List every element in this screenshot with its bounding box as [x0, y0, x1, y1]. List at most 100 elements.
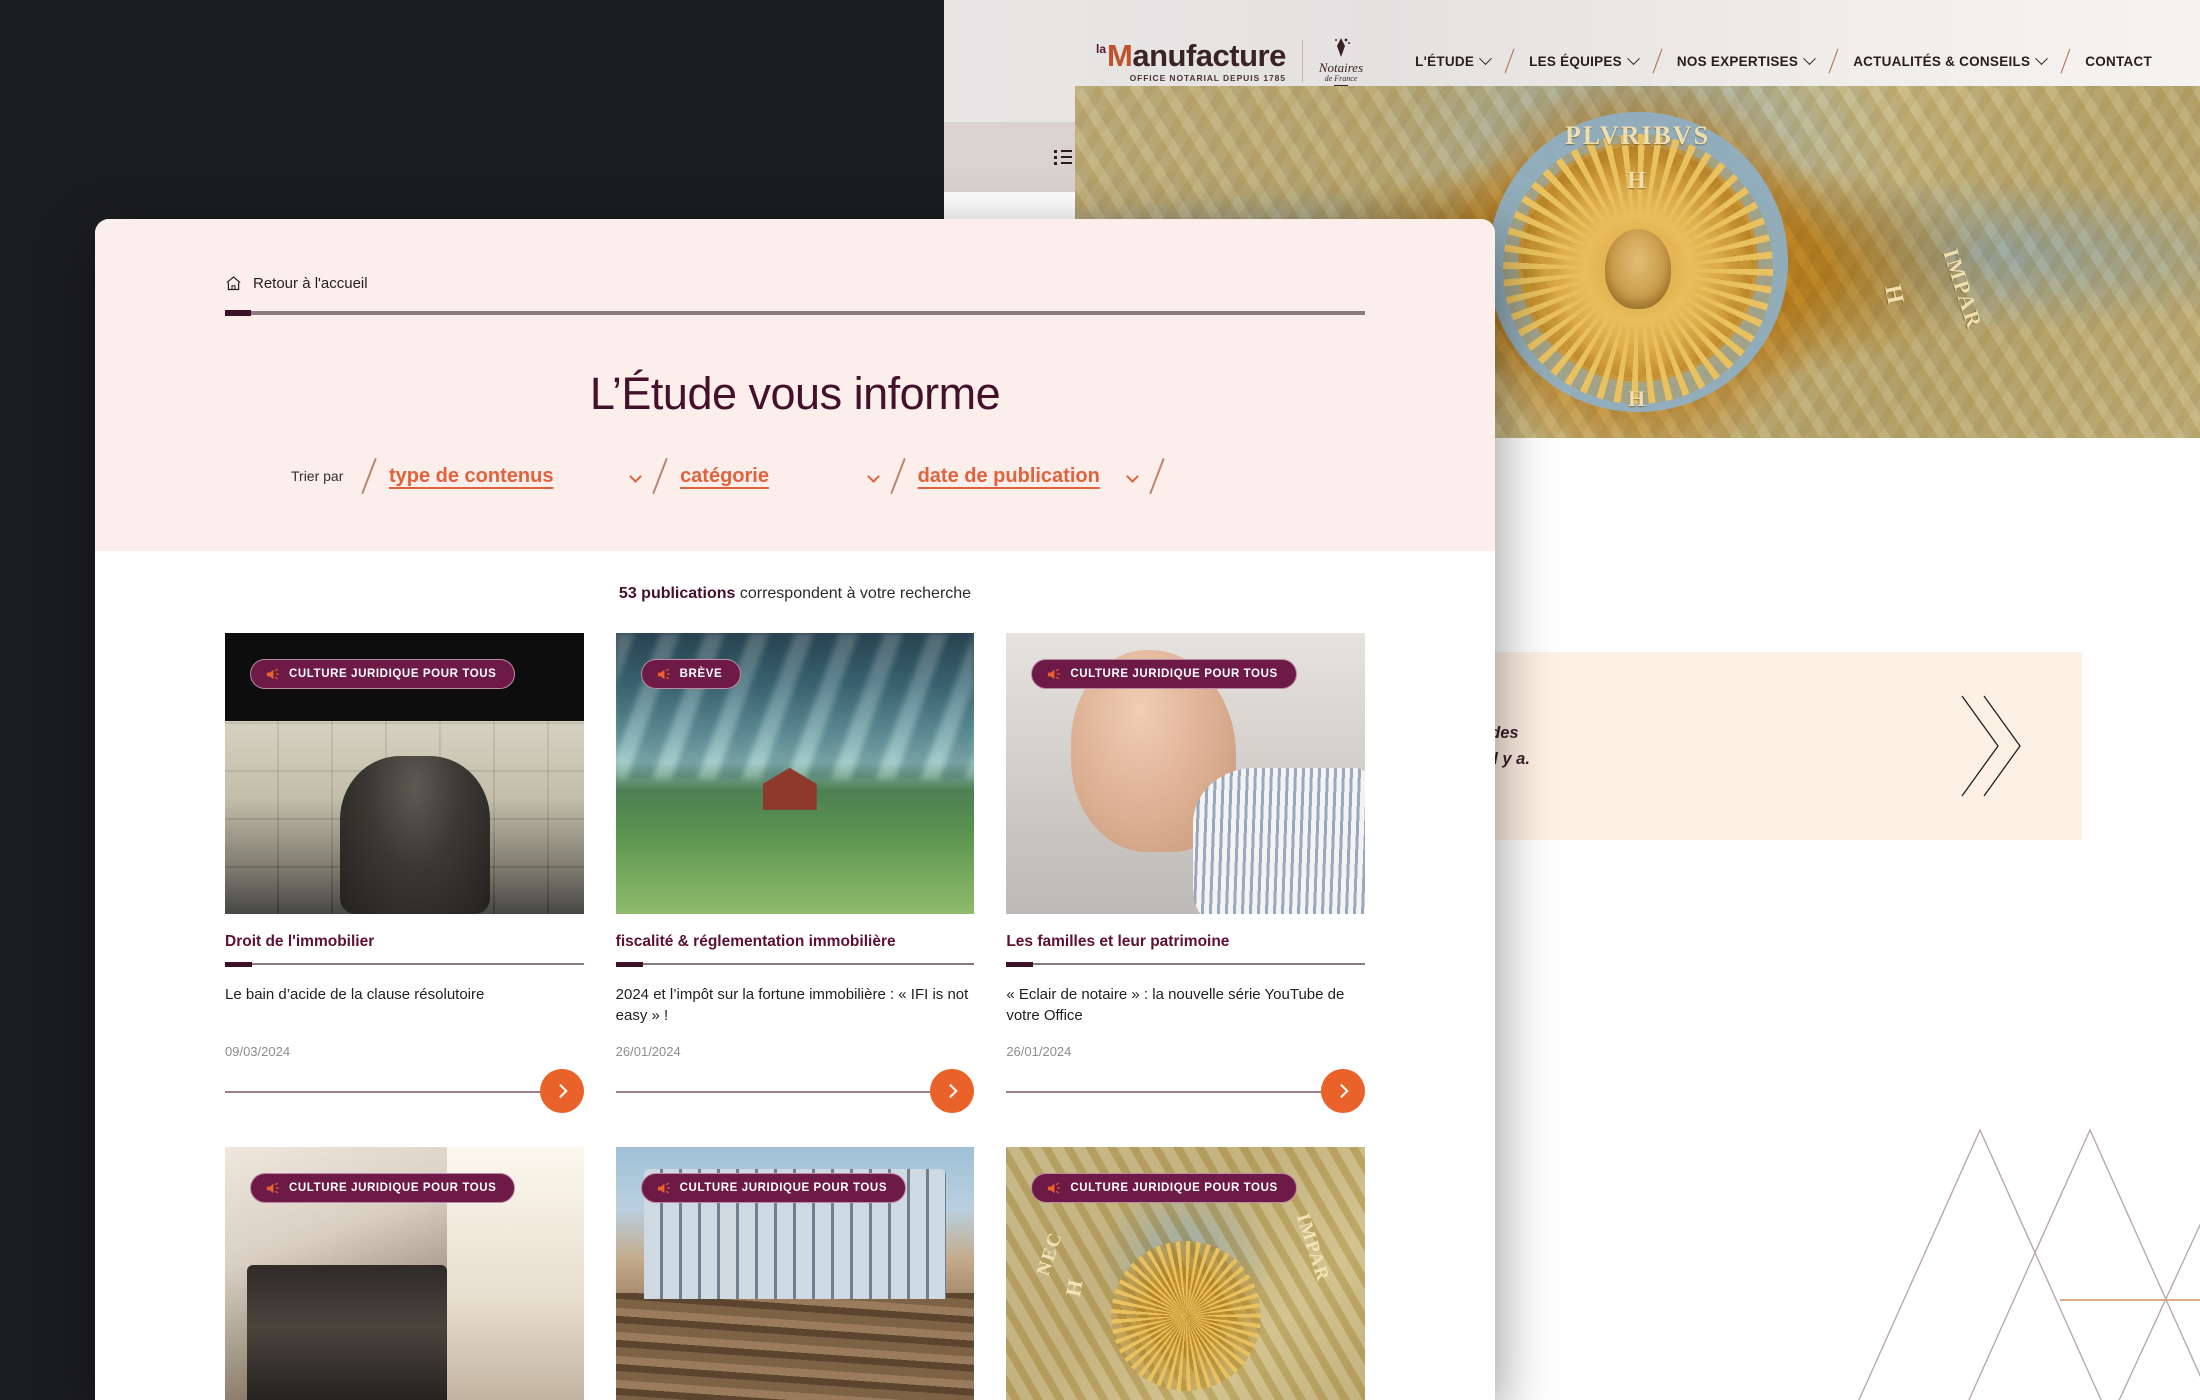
- card-thumbnail[interactable]: CULTURE JURIDIQUE POUR TOUS: [225, 1147, 584, 1400]
- home-link[interactable]: Retour à l'accueil: [225, 275, 1365, 292]
- megaphone-icon: [1046, 1181, 1061, 1195]
- chevron-down-icon: [867, 469, 880, 483]
- home-link-label: Retour à l'accueil: [253, 275, 368, 292]
- card-thumbnail[interactable]: CULTURE JURIDIQUE POUR TOUS: [225, 633, 584, 914]
- results-hero-panel: Retour à l'accueil L’Étude vous informe …: [95, 219, 1495, 551]
- chevron-right-icon: [553, 1083, 568, 1099]
- card-date: 26/01/2024: [615, 1044, 681, 1059]
- card-category: Droit de l'immobilier: [225, 933, 375, 950]
- results-grid: CULTURE JURIDIQUE POUR TOUS Droit de l'i…: [225, 633, 1365, 1400]
- nav-item-les-equipes[interactable]: LES ÉQUIPES: [1529, 51, 1640, 69]
- nav-separator: [1828, 48, 1839, 74]
- sort-select-categorie[interactable]: catégorie: [680, 464, 880, 488]
- hero-monogram-top: H: [1627, 168, 1648, 194]
- publication-card[interactable]: CULTURE JURIDIQUE POUR TOUS Les familles…: [1006, 633, 1365, 1113]
- sort-bar: Trier par type de contenus catégorie dat…: [291, 457, 1365, 551]
- main-navigation[interactable]: L'ÉTUDE LES ÉQUIPES NOS EXPERTISES ACTUA…: [1415, 48, 2152, 74]
- sort-separator: [890, 457, 906, 495]
- chevron-down-icon: [629, 469, 643, 483]
- publication-card[interactable]: CULTURE JURIDIQUE POUR TOUS: [225, 1147, 584, 1400]
- card-thumbnail[interactable]: CULTURE JURIDIQUE POUR TOUS: [615, 1147, 975, 1400]
- card-badge-label: CULTURE JURIDIQUE POUR TOUS: [1070, 668, 1278, 680]
- chevron-right-icon: [1334, 1083, 1349, 1099]
- card-go-button[interactable]: [539, 1069, 584, 1113]
- card-date: 09/03/2024: [225, 1044, 291, 1059]
- desktop-background: la Manufacture OFFICE NOTARIAL DEPUIS 17…: [0, 0, 2200, 1400]
- title-divider-accent: [225, 310, 251, 316]
- sort-label: Trier par: [291, 468, 344, 484]
- result-count-text: correspondent à votre recherche: [735, 585, 972, 602]
- sort-separator: [1149, 457, 1165, 495]
- card-footer-line: [615, 1091, 975, 1093]
- card-badge: CULTURE JURIDIQUE POUR TOUS: [250, 1173, 516, 1203]
- sort-value: catégorie: [680, 464, 769, 487]
- nav-item-nos-expertises[interactable]: NOS EXPERTISES: [1677, 51, 1817, 69]
- nav-item-letude[interactable]: L'ÉTUDE: [1415, 51, 1492, 69]
- nav-separator: [1652, 48, 1663, 74]
- card-rule: [615, 961, 975, 967]
- chevron-down-icon: [1627, 51, 1640, 65]
- card-title: Le bain d’acide de la clause résolutoire: [225, 986, 485, 1003]
- card-badge-label: CULTURE JURIDIQUE POUR TOUS: [1070, 1182, 1278, 1194]
- list-icon: [1054, 149, 1072, 165]
- publication-card[interactable]: CULTURE JURIDIQUE POUR TOUS: [615, 1147, 975, 1400]
- title-divider: [225, 310, 1365, 316]
- card-footer: [1006, 1069, 1365, 1113]
- nav-item-contact[interactable]: CONTACT: [2085, 54, 2152, 69]
- card-go-button[interactable]: [930, 1069, 975, 1113]
- card-badge: CULTURE JURIDIQUE POUR TOUS: [1031, 659, 1297, 689]
- result-count: 53 publications correspondent à votre re…: [95, 585, 1495, 603]
- card-title: 2024 et l’impôt sur la fortune immobiliè…: [615, 986, 969, 1025]
- nav-separator: [2060, 48, 2071, 74]
- thumb-monogram: H: [1061, 1276, 1089, 1299]
- card-footer: [225, 1069, 584, 1113]
- sort-select-date-de-publication[interactable]: date de publication: [918, 465, 1139, 488]
- card-badge: CULTURE JURIDIQUE POUR TOUS: [1031, 1173, 1297, 1203]
- megaphone-icon: [656, 1181, 671, 1195]
- logo-manufacture: la Manufacture OFFICE NOTARIAL DEPUIS 17…: [1096, 40, 1286, 83]
- logo-tagline: OFFICE NOTARIAL DEPUIS 1785: [1129, 72, 1286, 83]
- notaires-label-1: Notaires: [1318, 60, 1364, 76]
- notaires-emblem-icon: [1328, 35, 1354, 61]
- publication-card[interactable]: NEC H IMPAR CULTURE JURIDIQUE POUR TOUS: [1006, 1147, 1365, 1400]
- megaphone-icon: [1046, 667, 1061, 681]
- site-logo[interactable]: la Manufacture OFFICE NOTARIAL DEPUIS 17…: [1096, 35, 1364, 87]
- chevron-down-icon: [1125, 469, 1139, 483]
- megaphone-icon: [265, 1181, 280, 1195]
- card-footer: [615, 1069, 975, 1113]
- results-window: Retour à l'accueil L’Étude vous informe …: [95, 219, 1495, 1400]
- nav-label: L'ÉTUDE: [1415, 53, 1475, 69]
- card-thumbnail[interactable]: NEC H IMPAR CULTURE JURIDIQUE POUR TOUS: [1006, 1147, 1365, 1400]
- card-thumbnail[interactable]: BRÈVE: [615, 633, 975, 914]
- megaphone-icon: [265, 667, 280, 681]
- card-badge-label: CULTURE JURIDIQUE POUR TOUS: [289, 668, 497, 680]
- nav-label: LES ÉQUIPES: [1529, 53, 1622, 69]
- thumb-word-impar: IMPAR: [1291, 1211, 1334, 1285]
- card-badge-label: CULTURE JURIDIQUE POUR TOUS: [679, 1182, 888, 1194]
- logo-divider: [1301, 40, 1303, 82]
- notaires-label-2: de France: [1324, 74, 1358, 84]
- card-thumbnail[interactable]: CULTURE JURIDIQUE POUR TOUS: [1006, 633, 1365, 914]
- chevron-down-icon: [2035, 51, 2049, 65]
- pullquote-chevrons-icon: [1950, 686, 2030, 806]
- publication-card[interactable]: BRÈVE fiscalité & réglementation immobil…: [615, 633, 975, 1113]
- nav-label: ACTUALITÉS & CONSEILS: [1853, 53, 2031, 69]
- decorative-triangles: [1858, 1128, 2200, 1400]
- logo-la: la: [1096, 41, 1107, 56]
- card-go-button[interactable]: [1320, 1069, 1365, 1113]
- card-date: 26/01/2024: [1006, 1044, 1072, 1059]
- thumb-word-nec: NEC: [1033, 1229, 1068, 1279]
- home-icon: [225, 275, 242, 292]
- card-rule: [225, 961, 584, 967]
- hero-monogram-bottom: H: [1627, 386, 1648, 411]
- nav-item-actualites-conseils[interactable]: ACTUALITÉS & CONSEILS: [1853, 51, 2049, 69]
- card-badge: CULTURE JURIDIQUE POUR TOUS: [640, 1173, 907, 1203]
- card-category: Les familles et leur patrimoine: [1006, 933, 1230, 950]
- publication-card[interactable]: CULTURE JURIDIQUE POUR TOUS Droit de l'i…: [225, 633, 584, 1113]
- sort-select-type-de-contenus[interactable]: type de contenus: [388, 464, 643, 488]
- megaphone-icon: [656, 667, 671, 681]
- hero-word-pluribus: PLVRIBVS: [1564, 121, 1711, 150]
- sort-separator: [652, 457, 668, 495]
- page-title: L’Étude vous informe: [589, 368, 1001, 419]
- sort-value: type de contenus: [388, 464, 554, 487]
